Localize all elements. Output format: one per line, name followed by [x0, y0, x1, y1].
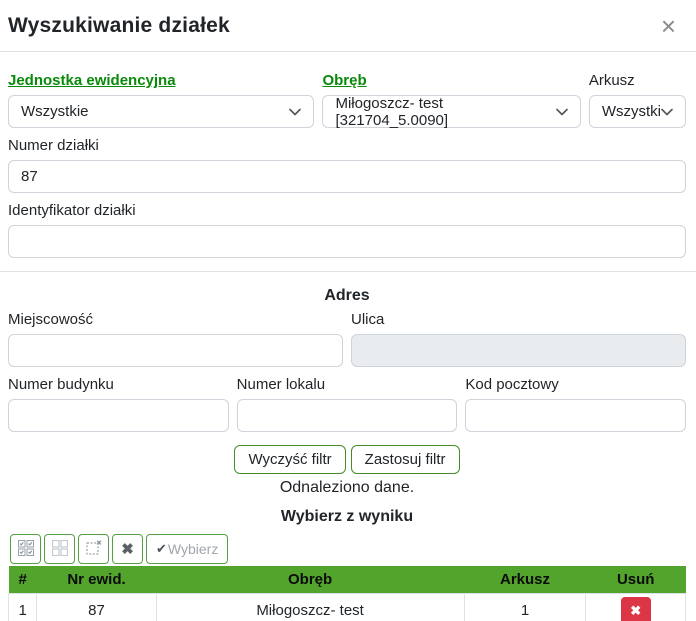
numer-budynku-input[interactable] — [8, 399, 229, 432]
col-header-nr-ewid: Nr ewid. — [37, 566, 156, 593]
page-title: Wyszukiwanie działek — [8, 14, 230, 38]
col-header-arkusz: Arkusz — [464, 566, 586, 593]
apply-filter-button[interactable]: Zastosuj filtr — [351, 445, 460, 474]
field-obreb: Obręb Miłogoszcz- test [321704_5.0090] — [322, 72, 580, 128]
cell-obreb: Miłogoszcz- test — [156, 593, 464, 621]
numer-budynku-label: Numer budynku — [8, 376, 114, 393]
grid-view-button[interactable] — [44, 534, 75, 564]
grid-deselect-icon — [86, 540, 102, 559]
grid-checked-icon — [18, 540, 34, 559]
numer-dzialki-label: Numer działki — [8, 137, 99, 154]
adres-heading: Adres — [8, 287, 686, 305]
jednostka-value: Wszystkie — [21, 103, 89, 120]
identyfikator-input[interactable] — [8, 225, 686, 258]
delete-row-button[interactable]: ✖ — [621, 597, 651, 621]
choose-result-button[interactable]: ✔ Wybierz — [146, 534, 228, 564]
header-divider — [0, 51, 696, 52]
section-divider — [0, 271, 696, 272]
identyfikator-label: Identyfikator działki — [8, 202, 136, 219]
result-toolbar: ✖ ✔ Wybierz — [8, 534, 686, 564]
field-numer-dzialki: Numer działki — [8, 137, 686, 193]
adres-row-2: Numer budynku Numer lokalu Kod pocztowy — [8, 376, 686, 432]
grid-icon — [52, 540, 68, 559]
field-miejscowosc: Miejscowość — [8, 311, 343, 367]
miejscowosc-label: Miejscowość — [8, 311, 93, 328]
field-numer-budynku: Numer budynku — [8, 376, 229, 432]
kod-pocztowy-label: Kod pocztowy — [465, 376, 558, 393]
result-heading: Wybierz z wyniku — [8, 508, 686, 526]
field-ulica: Ulica — [351, 311, 686, 367]
arkusz-select[interactable]: Wszystki — [589, 95, 686, 128]
col-header-usun: Usuń — [586, 566, 686, 593]
adres-row-1: Miejscowość Ulica — [8, 311, 686, 367]
filter-row-selects: Jednostka ewidencyjna Wszystkie Obręb Mi… — [8, 72, 686, 128]
numer-lokalu-label: Numer lokalu — [237, 376, 325, 393]
numer-dzialki-input[interactable] — [8, 160, 686, 193]
obreb-label[interactable]: Obręb — [322, 72, 366, 89]
field-jednostka: Jednostka ewidencyjna Wszystkie — [8, 72, 314, 128]
obreb-value: Miłogoszcz- test [321704_5.0090] — [335, 95, 555, 129]
clear-filter-button[interactable]: Wyczyść filtr — [234, 445, 345, 474]
chevron-down-icon — [556, 108, 568, 116]
choose-result-label: Wybierz — [168, 541, 218, 557]
dialog-header: Wyszukiwanie działek × — [0, 0, 696, 51]
table-row[interactable]: 1 87 Miłogoszcz- test 1 ✖ — [9, 593, 686, 621]
ulica-label: Ulica — [351, 311, 384, 328]
jednostka-label[interactable]: Jednostka ewidencyjna — [8, 72, 176, 89]
check-icon: ✔ — [156, 541, 167, 557]
filter-actions: Wyczyść filtr Zastosuj filtr — [8, 445, 686, 474]
field-numer-lokalu: Numer lokalu — [237, 376, 458, 432]
deselect-grid-button[interactable] — [78, 534, 109, 564]
x-icon: ✖ — [121, 540, 134, 558]
kod-pocztowy-input[interactable] — [465, 399, 686, 432]
ulica-input — [351, 334, 686, 367]
close-icon[interactable]: × — [657, 14, 680, 38]
field-identyfikator: Identyfikator działki — [8, 202, 686, 258]
clear-selection-button[interactable]: ✖ — [112, 534, 143, 564]
field-kod-pocztowy: Kod pocztowy — [465, 376, 686, 432]
obreb-select[interactable]: Miłogoszcz- test [321704_5.0090] — [322, 95, 580, 128]
status-text: Odnaleziono dane. — [8, 479, 686, 497]
select-all-button[interactable] — [10, 534, 41, 564]
chevron-down-icon — [289, 108, 301, 116]
jednostka-select[interactable]: Wszystkie — [8, 95, 314, 128]
miejscowosc-input[interactable] — [8, 334, 343, 367]
cell-usun: ✖ — [586, 593, 686, 621]
delete-x-icon: ✖ — [630, 603, 641, 619]
chevron-down-icon — [661, 108, 673, 116]
col-header-obreb: Obręb — [156, 566, 464, 593]
field-arkusz: Arkusz Wszystki — [589, 72, 686, 128]
cell-index: 1 — [9, 593, 37, 621]
arkusz-label: Arkusz — [589, 72, 635, 89]
results-table: # Nr ewid. Obręb Arkusz Usuń 1 87 Miłogo… — [8, 566, 686, 621]
cell-arkusz: 1 — [464, 593, 586, 621]
results-table-header: # Nr ewid. Obręb Arkusz Usuń — [9, 566, 686, 593]
numer-lokalu-input[interactable] — [237, 399, 458, 432]
col-header-index: # — [9, 566, 37, 593]
arkusz-value: Wszystki — [602, 103, 661, 120]
cell-nr-ewid: 87 — [37, 593, 156, 621]
